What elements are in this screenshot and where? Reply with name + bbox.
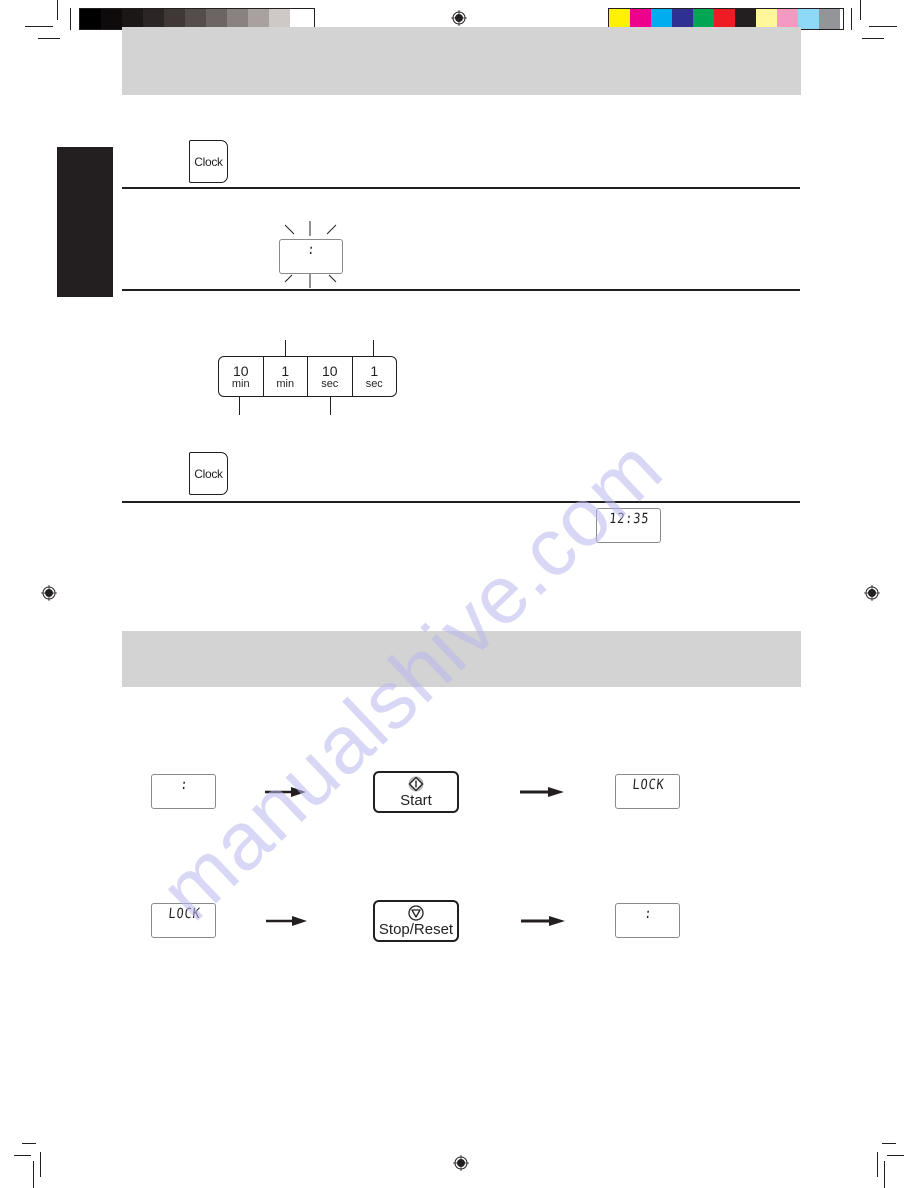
side-language-tab: [57, 147, 113, 297]
step-divider: [122, 289, 800, 291]
start-button[interactable]: Start: [373, 771, 459, 813]
key-1-min[interactable]: 1 min: [264, 357, 308, 396]
crop-mark: [38, 38, 60, 39]
registration-mark-icon: [864, 585, 880, 601]
color-swatch: [777, 9, 798, 29]
registration-mark-icon: [41, 585, 57, 601]
display-after-unlock: :: [615, 903, 680, 938]
color-swatch: [735, 9, 756, 29]
key-unit: sec: [321, 377, 339, 390]
display-value: LOCK: [631, 777, 665, 793]
key-10-sec[interactable]: 10 sec: [308, 357, 353, 396]
arrow-right-icon: [520, 787, 564, 797]
crop-mark: [25, 26, 53, 27]
color-swatch: [651, 9, 672, 29]
time-display: 12:35: [596, 508, 661, 543]
clock-button-label: Clock: [194, 466, 223, 481]
color-swatch: [101, 9, 122, 29]
key-unit: sec: [365, 377, 383, 390]
step-divider: [122, 501, 800, 503]
arrow-right-icon: [266, 916, 307, 926]
section-header-clock: [122, 27, 801, 95]
color-swatch: [798, 9, 819, 29]
crop-mark: [884, 1161, 885, 1188]
callout-line: [330, 397, 331, 415]
color-swatch: [609, 9, 630, 29]
step-divider: [122, 187, 800, 189]
clock-button-label: Clock: [194, 154, 223, 169]
registration-mark-icon: [453, 1155, 469, 1171]
color-swatch: [756, 9, 777, 29]
stop-reset-button[interactable]: Stop/Reset: [373, 900, 459, 942]
color-swatch: [227, 9, 248, 29]
display-before-unlock: LOCK: [151, 903, 216, 938]
key-number: 1: [281, 362, 290, 379]
color-swatch: [185, 9, 206, 29]
key-unit: min: [231, 377, 250, 390]
color-swatch: [693, 9, 714, 29]
key-1-sec[interactable]: 1 sec: [353, 357, 397, 396]
key-10-min[interactable]: 10 min: [219, 357, 264, 396]
color-swatch: [714, 9, 735, 29]
display-value: :: [179, 777, 189, 793]
callout-line: [285, 340, 286, 357]
key-unit: min: [276, 377, 295, 390]
color-swatch: [248, 9, 269, 29]
crop-mark: [14, 1155, 31, 1156]
section-header-child-lock: [122, 631, 801, 687]
color-swatch: [122, 9, 143, 29]
color-swatch: [290, 9, 311, 29]
arrow-right-icon: [521, 916, 565, 926]
crop-mark: [862, 38, 884, 39]
blink-rays-icon: [284, 221, 337, 288]
display-after-lock: LOCK: [615, 774, 680, 809]
start-button-label: Start: [400, 792, 432, 809]
color-swatch: [206, 9, 227, 29]
callout-line: [239, 397, 240, 415]
display-before-lock: :: [151, 774, 216, 809]
crop-mark: [887, 1155, 904, 1156]
start-diamond-icon: [408, 776, 424, 792]
time-keypad: 10 min 1 min 10 sec 1 sec: [218, 356, 397, 397]
color-swatch: [630, 9, 651, 29]
crop-mark: [860, 0, 861, 20]
crop-mark: [70, 8, 71, 30]
crop-mark: [882, 1143, 896, 1144]
color-swatch: [672, 9, 693, 29]
key-number: 10: [321, 362, 338, 379]
crop-mark: [40, 1152, 41, 1177]
stop-reset-button-label: Stop/Reset: [378, 921, 454, 938]
clock-button[interactable]: Clock: [189, 452, 228, 495]
crop-mark: [33, 1161, 34, 1188]
registration-mark-icon: [451, 10, 467, 26]
crop-mark: [57, 0, 58, 20]
crop-mark: [869, 26, 897, 27]
crop-mark: [22, 1143, 36, 1144]
color-swatch: [143, 9, 164, 29]
arrow-right-icon: [265, 787, 306, 797]
crop-mark: [851, 8, 852, 30]
display-value: 12:35: [608, 511, 650, 527]
clock-button[interactable]: Clock: [189, 140, 228, 183]
display-value: LOCK: [167, 906, 201, 922]
stop-triangle-circle-icon: [408, 905, 424, 921]
color-swatch: [80, 9, 101, 29]
color-swatch: [819, 9, 840, 29]
key-number: 10: [232, 362, 249, 379]
crop-mark: [877, 1152, 878, 1177]
key-number: 1: [370, 362, 379, 379]
color-swatch: [269, 9, 290, 29]
callout-line: [373, 340, 374, 357]
color-swatch: [164, 9, 185, 29]
display-value: :: [643, 906, 653, 922]
